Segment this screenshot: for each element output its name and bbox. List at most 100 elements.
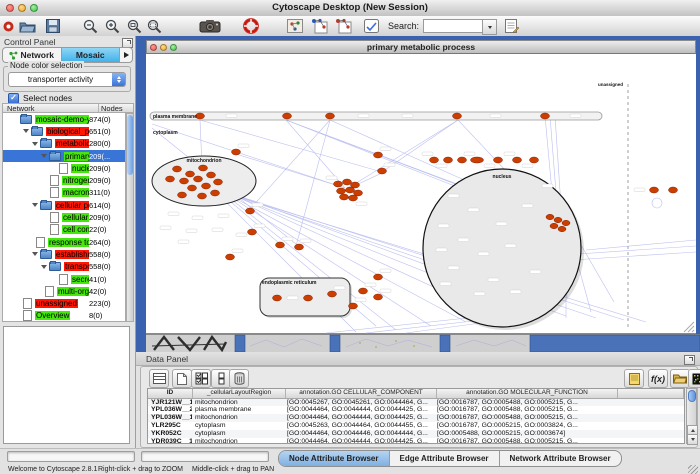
expand-icon[interactable] [41,265,47,269]
tree-row[interactable]: cellular metabo209(0) [3,211,125,223]
tree-row[interactable]: nucleobase-209(0) [3,162,125,174]
save-session-icon[interactable] [44,17,62,35]
tab-overflow-button[interactable] [120,48,132,62]
tree-count: 223(0) [89,299,125,308]
file-icon [59,274,68,285]
function-builder-button[interactable]: f(x) [648,369,668,388]
column-go-cellular-component[interactable]: annotation.GO CELLULAR_COMPONENT [286,389,437,398]
expand-icon[interactable] [32,203,38,207]
tree-row[interactable]: cell communicat22(0) [3,224,125,236]
folder-icon [40,139,52,148]
tree-row[interactable]: cellular process614(0) [3,199,125,211]
tree-row[interactable]: biological_process651(0) [3,125,125,137]
new-attribute-button[interactable] [172,369,192,388]
window-resize-grip[interactable] [688,465,698,474]
status-welcome: Welcome to Cytoscape 2.8.1 [8,466,97,473]
tree-row[interactable]: unassigned223(0) [3,297,125,309]
tree-row[interactable]: metabolic process280(0) [3,138,125,150]
tree-scrollbar-thumb[interactable] [127,115,133,175]
data-panel-header: Data Panel [136,352,700,366]
select-nodes-label: Select nodes [23,93,72,103]
zoom-fit-icon[interactable] [125,17,143,35]
select-attributes-button[interactable] [149,369,169,388]
table-row[interactable]: YLR295Ccytoplasm[GO:0045263, GO:0044464,… [148,422,684,430]
network-image-icon[interactable] [285,17,305,35]
tree-row[interactable]: macromolecule311(0) [3,187,125,199]
tab-edge-attribute-browser[interactable]: Edge Attribute Browser [390,451,500,466]
import-attributes-button[interactable] [670,369,690,388]
tree-label: transport [64,262,89,271]
tree-row[interactable]: secretion41(0) [3,273,125,285]
snapshot-icon[interactable] [197,17,223,35]
search-options-icon[interactable] [502,17,522,35]
select-nodes-checkbox[interactable]: ✓ [8,93,19,104]
tree-row[interactable]: transport558(0) [3,261,125,273]
tree-row[interactable]: mosaic-demo-yeast874(0) [3,113,125,125]
unselect-all-attributes-button[interactable] [211,369,231,388]
annotation-icon[interactable] [361,17,381,35]
help-icon[interactable] [241,17,261,35]
table-row[interactable]: YKR052Ccytoplasm[GO:0044464, GO:0044446,… [148,430,684,438]
table-scrollbar-thumb[interactable] [688,390,696,402]
tab-node-attribute-browser[interactable]: Node Attribute Browser [279,451,390,466]
zoom-out-icon[interactable] [81,17,99,35]
tab-mosaic[interactable]: Mosaic [62,48,121,62]
table-row[interactable]: YPL036W__2plasma membrane[GO:0044464, GO… [148,406,684,414]
tree-row[interactable]: establishment of lo558(0) [3,248,125,260]
expand-icon[interactable] [41,154,47,158]
scroll-down-button[interactable] [687,434,698,445]
column-go-molecular-function[interactable]: annotation.GO MOLECULAR_FUNCTION [437,389,618,398]
network-window-title: primary metabolic process [146,42,696,52]
tree-label: cell communicat [62,225,89,234]
tree-count: 209(0) [89,176,125,185]
column-network[interactable]: Network [3,104,99,112]
table-row[interactable]: YJR121W__1mitochondrion[GO:0045267, GO:0… [148,399,684,407]
open-session-icon[interactable] [17,17,37,35]
dropdown-arrows-icon [112,73,125,86]
float-panel-icon[interactable] [684,355,695,365]
tree-count: 41(0) [89,275,125,284]
tree-row[interactable]: nitrogen compo209(0) [3,174,125,186]
network-canvas[interactable]: plasma membrane cytoplasm mitochondrion … [146,54,696,334]
matrix-view-button[interactable] [688,369,700,388]
birdseye-view-panel[interactable] [3,326,130,444]
tab-network-attribute-browser[interactable]: Network Attribute Browser [500,451,621,466]
tab-network[interactable]: Network [3,48,62,62]
annotation-notepad-button[interactable] [624,369,644,388]
tree-row[interactable]: response to stimul264(0) [3,236,125,248]
column-filler [618,389,684,398]
attribute-table-header: ID _cellularLayoutRegion annotation.GO C… [148,389,684,399]
node-color-selection-legend: Node color selection [8,61,84,70]
search-dropdown-button[interactable] [482,19,497,35]
search-input[interactable] [423,19,486,33]
window-titlebar[interactable]: Cytoscape Desktop (New Session) [0,0,700,17]
zoom-in-icon[interactable] [103,17,121,35]
attribute-table: ID _cellularLayoutRegion annotation.GO C… [147,388,685,444]
table-row[interactable]: YDR039C__1mitochondrion[GO:0044464, GO:0… [148,438,684,444]
node-color-dropdown[interactable]: transporter activity [8,72,126,87]
expand-icon[interactable] [32,252,38,256]
column-id[interactable]: ID [148,389,193,398]
data-panel-title: Data Panel [146,354,188,364]
main-toolbar: Search: [0,16,700,37]
file-icon [45,286,54,297]
delete-attribute-button[interactable] [229,369,249,388]
tree-label: Overview [35,311,70,320]
tree-row[interactable]: multi-organism pro42(0) [3,285,125,297]
select-all-attributes-button[interactable] [191,369,211,388]
canvas-resize-grip[interactable] [684,322,694,332]
expand-icon[interactable] [23,129,29,133]
layout-overlay-blue-icon[interactable] [309,17,329,35]
expand-icon[interactable] [32,142,38,146]
tree-row[interactable]: Overview8(0) [3,310,125,322]
tree-label: response to stimul [48,238,89,247]
column-nodes[interactable]: Nodes [99,104,133,112]
tree-row-selected[interactable]: primary metabo209(... [3,150,125,162]
column-cellular-layout-region[interactable]: _cellularLayoutRegion [193,389,286,398]
table-row[interactable]: YPL036W__1mitochondrion[GO:0044464, GO:0… [148,414,684,422]
layout-overlay-red-icon[interactable] [333,17,353,35]
network-tree-icon [9,51,18,60]
plasma-membrane-region [150,112,602,120]
zoom-selected-icon[interactable] [145,17,163,35]
network-desktop: primary metabolic process [136,36,700,352]
